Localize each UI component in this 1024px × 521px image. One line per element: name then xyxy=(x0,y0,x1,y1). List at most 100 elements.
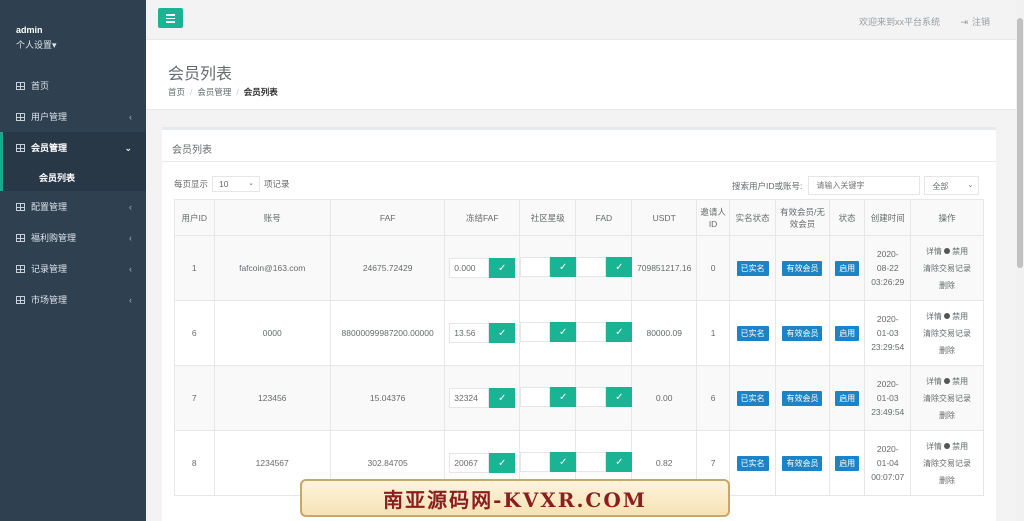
disable-link[interactable]: 禁用 xyxy=(944,442,968,451)
sidebar-subitem-member-list[interactable]: 会员列表 xyxy=(0,163,146,191)
logout-link[interactable]: ⇥ 注销 xyxy=(960,15,990,28)
chevron-down-icon: ⌄ xyxy=(248,180,255,187)
delete-link[interactable]: 删除 xyxy=(939,346,955,355)
col-header[interactable]: FAF xyxy=(329,199,446,236)
frozen-faf-input[interactable]: 20067 xyxy=(449,453,490,473)
check-icon[interactable]: ✓ xyxy=(489,388,516,408)
check-icon[interactable]: ✓ xyxy=(550,452,577,472)
status-badge[interactable]: 启用 xyxy=(835,455,860,471)
chevron-left-icon: ‹ xyxy=(129,264,132,274)
disable-link[interactable]: 禁用 xyxy=(944,377,968,386)
member-badge[interactable]: 有效会员 xyxy=(782,390,823,406)
detail-link[interactable]: 详情 xyxy=(926,247,942,256)
sidebar-item-members[interactable]: 会员管理 ⌄ xyxy=(0,132,146,163)
clear-records-link[interactable]: 清除交易记录 xyxy=(923,459,971,468)
status-badge[interactable]: 启用 xyxy=(835,260,860,276)
col-header[interactable]: 邀请人ID xyxy=(695,199,731,236)
delete-link[interactable]: 删除 xyxy=(939,281,955,290)
frozen-faf-input[interactable]: 0.000 xyxy=(449,258,490,278)
cell-user-id: 1 xyxy=(174,235,215,301)
frozen-faf-input[interactable]: 32324 xyxy=(449,388,490,408)
breadcrumb-members[interactable]: 会员管理 xyxy=(197,87,231,97)
fad-input[interactable] xyxy=(576,257,607,277)
realname-badge[interactable]: 已实名 xyxy=(736,455,769,471)
sidebar-item-records[interactable]: 记录管理 ‹ xyxy=(0,253,146,284)
fad-editor: ✓ xyxy=(576,452,633,472)
star-level-input[interactable] xyxy=(520,452,551,472)
sidebar-item-config[interactable]: 配置管理 ‹ xyxy=(0,191,146,222)
check-icon[interactable]: ✓ xyxy=(489,258,516,278)
check-icon[interactable]: ✓ xyxy=(489,323,516,343)
disable-link[interactable]: 禁用 xyxy=(944,247,968,256)
check-icon[interactable]: ✓ xyxy=(606,387,633,407)
detail-link[interactable]: 详情 xyxy=(926,442,942,451)
search-input[interactable] xyxy=(808,176,921,195)
sidebar-item-label: 市场管理 xyxy=(31,295,68,305)
col-header[interactable]: 社区星级 xyxy=(519,199,577,236)
table-icon xyxy=(16,202,25,211)
check-icon[interactable]: ✓ xyxy=(489,453,516,473)
hamburger-menu-button[interactable] xyxy=(158,8,183,28)
page-scrollbar[interactable] xyxy=(1016,0,1024,521)
cell-frozen-faf: 32324 ✓ xyxy=(444,365,521,431)
col-header[interactable]: 操作 xyxy=(910,199,984,236)
status-badge[interactable]: 启用 xyxy=(835,390,860,406)
clear-records-link[interactable]: 清除交易记录 xyxy=(923,264,971,273)
clear-records-link[interactable]: 清除交易记录 xyxy=(923,329,971,338)
check-icon[interactable]: ✓ xyxy=(550,322,577,342)
check-icon[interactable]: ✓ xyxy=(550,387,577,407)
check-icon[interactable]: ✓ xyxy=(606,257,633,277)
check-icon[interactable]: ✓ xyxy=(606,452,633,472)
member-badge[interactable]: 有效会员 xyxy=(782,325,823,341)
realname-badge[interactable]: 已实名 xyxy=(736,260,769,276)
check-icon[interactable]: ✓ xyxy=(550,257,577,277)
scrollbar-thumb[interactable] xyxy=(1017,18,1023,268)
col-header[interactable]: 冻结FAF xyxy=(444,199,521,236)
star-level-input[interactable] xyxy=(520,322,551,342)
status-filter-select[interactable]: 全部 ⌄ xyxy=(924,176,980,195)
cell-user-id: 7 xyxy=(174,365,215,431)
sidebar-item-market[interactable]: 市场管理 ‹ xyxy=(0,284,146,315)
sidebar-item-users[interactable]: 用户管理 ‹ xyxy=(0,101,146,132)
star-level-input[interactable] xyxy=(520,387,551,407)
action-links: 详情 禁用 清除交易记录 删除 xyxy=(911,438,983,489)
fad-input[interactable] xyxy=(576,452,607,472)
col-header[interactable]: 账号 xyxy=(213,199,331,236)
member-badge[interactable]: 有效会员 xyxy=(782,455,823,471)
detail-link[interactable]: 详情 xyxy=(926,312,942,321)
clear-records-link[interactable]: 清除交易记录 xyxy=(923,394,971,403)
created-clock: 03:26:29 xyxy=(871,277,905,287)
profile-settings-label: 个人设置 xyxy=(16,40,53,50)
breadcrumb-home[interactable]: 首页 xyxy=(168,87,185,97)
star-level-input[interactable] xyxy=(520,257,551,277)
check-icon[interactable]: ✓ xyxy=(606,322,633,342)
delete-link[interactable]: 删除 xyxy=(939,476,955,485)
member-badge[interactable]: 有效会员 xyxy=(782,260,823,276)
fad-input[interactable] xyxy=(576,387,607,407)
created-time: 2020- 01-03 23:29:54 xyxy=(865,312,910,354)
cell-realname: 已实名 xyxy=(729,365,776,431)
cell-fad: ✓ xyxy=(575,365,633,431)
status-badge[interactable]: 启用 xyxy=(835,325,860,341)
fad-input[interactable] xyxy=(576,322,607,342)
created-date: 01-03 xyxy=(876,393,899,403)
realname-badge[interactable]: 已实名 xyxy=(736,325,769,341)
col-header[interactable]: USDT xyxy=(631,199,697,236)
profile-settings-toggle[interactable]: 个人设置▾ xyxy=(16,38,146,51)
col-header[interactable]: 实名状态 xyxy=(729,199,776,236)
page-size-select[interactable]: 10 ⌄ xyxy=(212,176,261,192)
profile-username[interactable]: admin xyxy=(16,25,146,35)
sidebar-item-welfare[interactable]: 福利购管理 ‹ xyxy=(0,222,146,253)
created-date: 01-03 xyxy=(876,328,899,338)
col-header[interactable]: 用户ID xyxy=(174,199,215,236)
sidebar-item-home[interactable]: 首页 xyxy=(0,70,146,101)
disable-link[interactable]: 禁用 xyxy=(944,312,968,321)
detail-link[interactable]: 详情 xyxy=(926,377,942,386)
col-header[interactable]: FAD xyxy=(575,199,633,236)
col-header[interactable]: 状态 xyxy=(829,199,866,236)
col-header[interactable]: 创建时间 xyxy=(864,199,912,236)
delete-link[interactable]: 删除 xyxy=(939,411,955,420)
col-header[interactable]: 有效会员/无效会员 xyxy=(774,199,831,236)
realname-badge[interactable]: 已实名 xyxy=(736,390,769,406)
frozen-faf-input[interactable]: 13.56 xyxy=(449,323,490,343)
